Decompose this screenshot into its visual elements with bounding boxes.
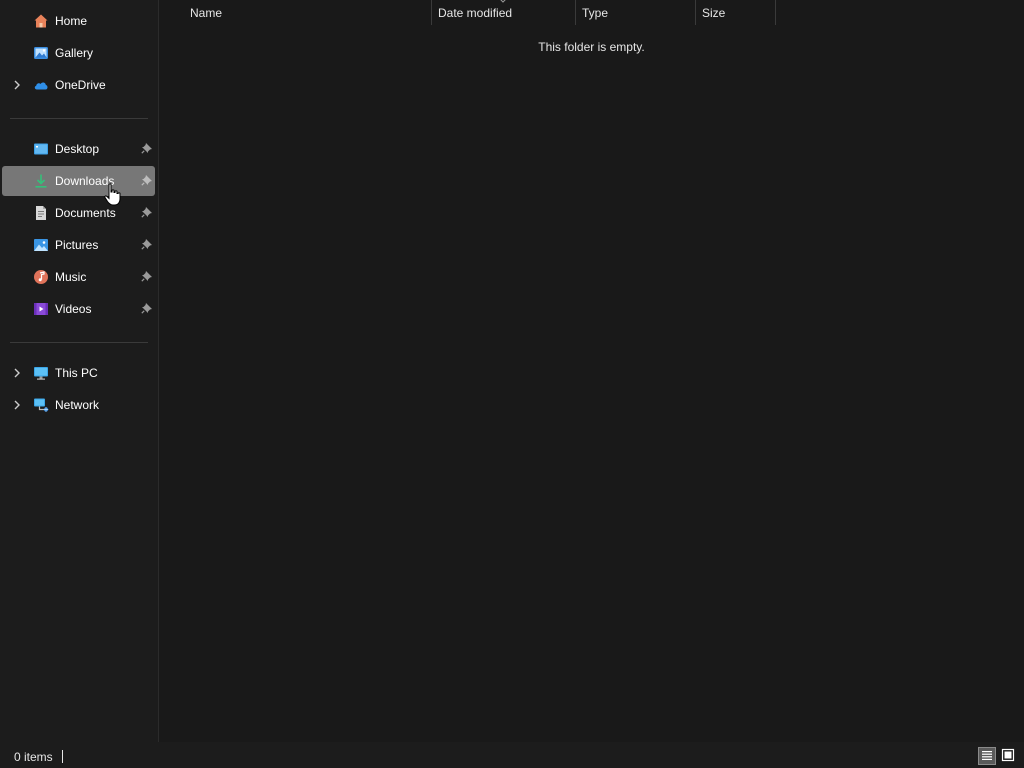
status-bar: 0 items [0,742,1024,768]
large-icons-view-icon [1001,748,1015,762]
sidebar-item-label: Network [55,398,100,412]
onedrive-icon [34,82,48,90]
this-pc-icon [34,367,48,380]
videos-icon [34,303,48,315]
empty-folder-message: This folder is empty. [538,40,645,54]
sidebar-divider [10,118,148,119]
sidebar-item-label: Home [55,14,88,28]
sidebar-item-label: OneDrive [55,78,106,92]
sidebar-item-label: Music [55,270,87,284]
desktop-icon [34,143,48,155]
details-view-button[interactable] [978,747,996,765]
sidebar-item-videos[interactable]: Videos [2,294,155,324]
pictures-icon [34,239,48,251]
home-icon [34,14,48,28]
sidebar-item-pictures[interactable]: Pictures [2,230,155,260]
chevron-right-icon[interactable] [11,367,23,379]
sidebar-item-onedrive[interactable]: OneDrive [2,70,155,100]
column-header-name[interactable]: Name [184,0,431,25]
column-header-label: Date modified [438,5,513,20]
sidebar-item-label: Desktop [55,142,100,156]
sidebar-item-label: Gallery [55,46,94,60]
pin-icon[interactable] [141,174,153,186]
column-header-type[interactable]: Type [576,0,695,25]
column-header-size[interactable]: Size [696,0,775,25]
column-header-label: Name [190,5,223,20]
sidebar-item-music[interactable]: Music [2,262,155,292]
details-view-icon [982,751,992,760]
sidebar-item-label: Pictures [55,238,99,252]
sort-indicator-icon [500,0,506,3]
sidebar-item-label: Documents [55,206,116,220]
sidebar-item-gallery[interactable]: Gallery [2,38,155,68]
pin-icon[interactable] [141,142,153,154]
chevron-right-icon[interactable] [11,79,23,91]
network-icon [34,398,49,412]
sidebar-item-label: Videos [55,302,92,316]
chevron-right-icon[interactable] [11,399,23,411]
downloads-icon [35,174,47,188]
gallery-icon [34,47,48,59]
sidebar-divider [10,342,148,343]
file-list-pane: Name Date modified Type Size This folder… [159,0,1024,742]
pin-icon[interactable] [141,238,153,250]
sidebar-item-label: This PC [55,366,98,380]
large-icons-view-button[interactable] [1000,747,1018,765]
sidebar-item-downloads[interactable]: Downloads [2,166,155,196]
sidebar-item-desktop[interactable]: Desktop [2,134,155,164]
sidebar-item-network[interactable]: Network [2,390,155,420]
pin-icon[interactable] [141,302,153,314]
sidebar-item-home[interactable]: Home [2,6,155,36]
documents-icon [36,206,46,220]
column-divider[interactable] [775,0,776,25]
pin-icon[interactable] [141,206,153,218]
hand-cursor-icon [104,183,121,206]
sidebar-item-this-pc[interactable]: This PC [2,358,155,388]
sidebar-item-documents[interactable]: Documents [2,198,155,228]
column-header-label: Type [582,5,609,20]
pin-icon[interactable] [141,270,153,282]
item-count: 0 items [14,750,53,764]
status-separator [62,750,63,763]
column-header-label: Size [702,5,726,20]
navigation-pane: Home Gallery OneDrive Desktop Downloads … [0,0,159,742]
music-icon [34,270,48,284]
